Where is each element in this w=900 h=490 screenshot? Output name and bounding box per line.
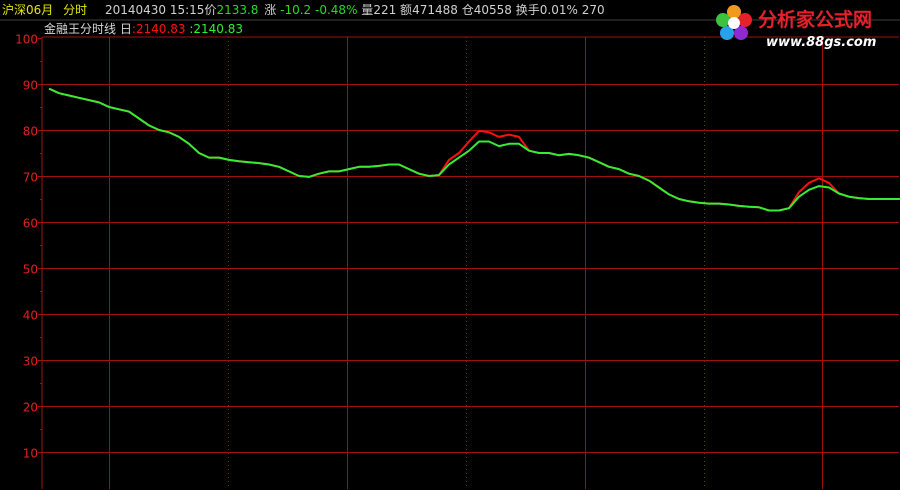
y-tick-label-10: 10	[23, 447, 38, 461]
intraday-chart[interactable]: 10 20 30 40 50 60 70 80 90 100	[0, 0, 900, 490]
site-logo[interactable]: 分析家公式网 www.88gs.com	[712, 2, 892, 54]
y-tick-label-60: 60	[23, 217, 38, 231]
logo-url: www.88gs.com	[766, 35, 876, 50]
y-tick-label-70: 70	[23, 171, 38, 185]
chart-series	[48, 87, 900, 212]
y-tick-label-80: 80	[23, 125, 38, 139]
series-line-green	[48, 87, 900, 212]
y-tick-label-100: 100	[15, 33, 38, 47]
y-tick-label-90: 90	[23, 79, 38, 93]
y-tick-label-20: 20	[23, 401, 38, 415]
y-tick-label-40: 40	[23, 309, 38, 323]
series-line-red	[48, 87, 900, 212]
y-axis: 10 20 30 40 50 60 70 80 90 100	[15, 33, 42, 461]
y-tick-label-30: 30	[23, 355, 38, 369]
flower-icon	[716, 5, 752, 40]
logo-title: 分析家公式网	[758, 8, 872, 31]
y-tick-label-50: 50	[23, 263, 38, 277]
chart-grid	[0, 19, 900, 489]
